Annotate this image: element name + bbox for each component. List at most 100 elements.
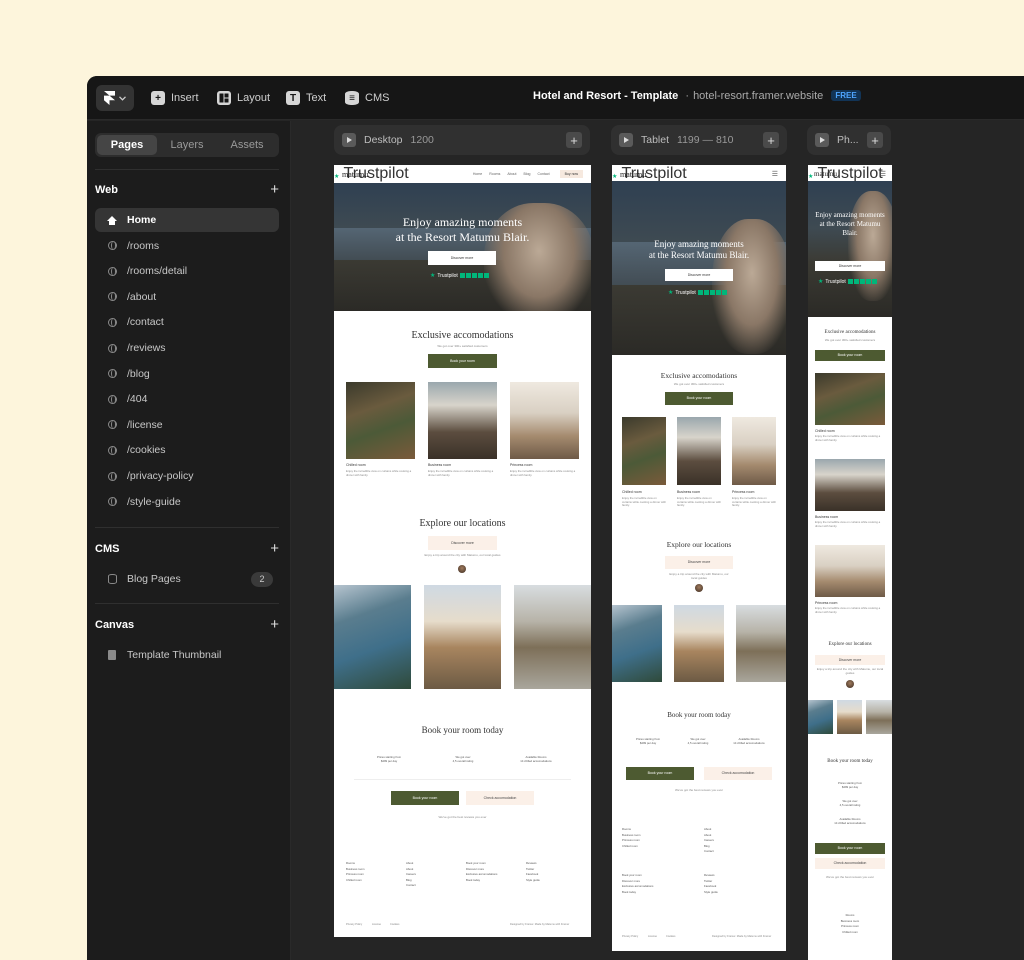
- site-brand[interactable]: matumu: [342, 170, 368, 179]
- nav-link[interactable]: About: [507, 172, 516, 176]
- footer-link[interactable]: Style guide: [526, 878, 540, 884]
- nav-link[interactable]: Rooms: [489, 172, 500, 176]
- footer-legal-link[interactable]: Cookies: [666, 935, 675, 938]
- location-image-river[interactable]: [866, 700, 892, 734]
- footer-link[interactable]: Exclusive accomodations: [622, 884, 653, 890]
- add-breakpoint-icon[interactable]: +: [867, 132, 883, 148]
- footer-link[interactable]: Book today: [466, 878, 497, 884]
- menu-icon[interactable]: ☰: [880, 170, 886, 178]
- footer-legal-link[interactable]: Privacy Policy: [622, 935, 638, 938]
- check-accommodation-button[interactable]: Check accomodation: [815, 858, 885, 869]
- phone-frame-tab[interactable]: Ph... +: [807, 125, 891, 155]
- layout-tool[interactable]: Layout: [217, 88, 270, 108]
- check-accommodation-button[interactable]: Check accomodation: [466, 791, 534, 805]
- room-image-chilled[interactable]: [346, 382, 415, 459]
- cms-tool[interactable]: ≡ CMS: [345, 88, 389, 108]
- add-collection-icon[interactable]: +: [270, 540, 279, 557]
- framer-menu-button[interactable]: [96, 85, 134, 111]
- site-brand[interactable]: matumu: [814, 170, 837, 178]
- room-name[interactable]: Princess room: [815, 601, 837, 605]
- phone-preview[interactable]: matumu ☰ Enjoy amazing moments at the Re…: [808, 165, 892, 960]
- play-icon[interactable]: [342, 133, 356, 147]
- locations-discover-button[interactable]: Discover more: [428, 536, 497, 550]
- footer-link[interactable]: Contact: [704, 849, 714, 855]
- location-image-coast[interactable]: [808, 700, 833, 734]
- footer-link[interactable]: Facebook: [704, 884, 718, 890]
- add-breakpoint-icon[interactable]: +: [763, 132, 779, 148]
- nav-link[interactable]: Contact: [538, 172, 550, 176]
- footer-legal-link[interactable]: License: [648, 935, 657, 938]
- tablet-frame-tab[interactable]: Tablet 1199 — 810 +: [611, 125, 787, 155]
- book-room-button[interactable]: Book your room: [428, 354, 497, 368]
- book-room-button[interactable]: Book your room: [815, 843, 885, 854]
- insert-tool[interactable]: + Insert: [151, 88, 199, 108]
- room-image-chilled[interactable]: [622, 417, 666, 485]
- tab-pages[interactable]: Pages: [97, 135, 157, 155]
- footer-link[interactable]: Contact: [406, 883, 416, 889]
- room-name[interactable]: Chilled room: [815, 429, 835, 433]
- canvas-item-template-thumbnail[interactable]: Template Thumbnail: [95, 643, 279, 667]
- room-image-princess[interactable]: [815, 545, 885, 597]
- room-image-princess[interactable]: [732, 417, 776, 485]
- book-room-button[interactable]: Book your room: [391, 791, 459, 805]
- page-item[interactable]: /privacy-policy: [95, 464, 279, 488]
- footer-link[interactable]: Facebook: [526, 872, 540, 878]
- footer-legal-link[interactable]: Cookies: [390, 923, 399, 926]
- room-image-chilled[interactable]: [815, 373, 885, 425]
- footer-link[interactable]: Princess room: [622, 838, 641, 844]
- book-room-button[interactable]: Book your room: [665, 392, 733, 405]
- nav-link[interactable]: Home: [473, 172, 482, 176]
- footer-link[interactable]: Princess room: [346, 872, 365, 878]
- page-item[interactable]: /contact: [95, 310, 279, 334]
- document-title[interactable]: Hotel and Resort - Template · hotel-reso…: [533, 90, 861, 102]
- site-brand[interactable]: matumu: [620, 170, 646, 179]
- page-item[interactable]: /license: [95, 413, 279, 437]
- footer-link[interactable]: Chilled room: [808, 930, 892, 936]
- page-item[interactable]: /about: [95, 285, 279, 309]
- text-tool[interactable]: T Text: [286, 88, 326, 108]
- page-item[interactable]: /cookies: [95, 438, 279, 462]
- room-name[interactable]: Business room: [428, 463, 451, 467]
- desktop-preview[interactable]: matumu Home Rooms About Blog Contact Buy…: [334, 165, 591, 937]
- menu-icon[interactable]: ☰: [772, 170, 778, 178]
- footer-link[interactable]: Careers: [704, 838, 714, 844]
- nav-book-button[interactable]: Buy now: [559, 170, 583, 178]
- check-accommodation-button[interactable]: Check accomodation: [704, 767, 772, 780]
- location-image-coast[interactable]: [612, 605, 662, 682]
- room-name[interactable]: Business room: [815, 515, 838, 519]
- hero-cta-button[interactable]: Discover more: [428, 251, 496, 265]
- page-item[interactable]: /rooms: [95, 234, 279, 258]
- footer-link[interactable]: Book today: [622, 890, 653, 896]
- tab-assets[interactable]: Assets: [217, 135, 277, 155]
- room-image-business[interactable]: [677, 417, 721, 485]
- location-image-river[interactable]: [736, 605, 786, 682]
- room-name[interactable]: Chilled room: [622, 490, 642, 494]
- page-item[interactable]: /rooms/detail: [95, 259, 279, 283]
- footer-link[interactable]: Chilled room: [346, 878, 365, 884]
- page-item[interactable]: /blog: [95, 362, 279, 386]
- room-name[interactable]: Chilled room: [346, 463, 366, 467]
- location-image-city[interactable]: [674, 605, 724, 682]
- hero-cta-button[interactable]: Discover more: [815, 261, 885, 271]
- play-icon[interactable]: [815, 133, 829, 147]
- footer-legal-link[interactable]: Privacy Policy: [346, 923, 362, 926]
- room-name[interactable]: Princess room: [732, 490, 754, 494]
- room-name[interactable]: Business room: [677, 490, 700, 494]
- book-room-button[interactable]: Book your room: [626, 767, 694, 780]
- footer-link[interactable]: Exclusive accomodations: [466, 872, 497, 878]
- footer-link[interactable]: Careers: [406, 872, 416, 878]
- desktop-frame-tab[interactable]: Desktop 1200 +: [334, 125, 590, 155]
- footer-link[interactable]: Style guide: [704, 890, 718, 896]
- nav-link[interactable]: Blog: [523, 172, 530, 176]
- page-item-home[interactable]: Home: [95, 208, 279, 232]
- play-icon[interactable]: [619, 133, 633, 147]
- room-image-business[interactable]: [428, 382, 497, 459]
- tablet-preview[interactable]: matumu ☰ Enjoy amazing moments at the Re…: [612, 165, 786, 951]
- page-item[interactable]: /404: [95, 387, 279, 411]
- room-image-business[interactable]: [815, 459, 885, 511]
- page-item[interactable]: /reviews: [95, 336, 279, 360]
- add-canvas-page-icon[interactable]: +: [270, 616, 279, 633]
- footer-link[interactable]: Chilled room: [622, 844, 641, 850]
- locations-discover-button[interactable]: Discover more: [815, 655, 885, 665]
- cms-item-blog-pages[interactable]: Blog Pages 2: [95, 567, 279, 591]
